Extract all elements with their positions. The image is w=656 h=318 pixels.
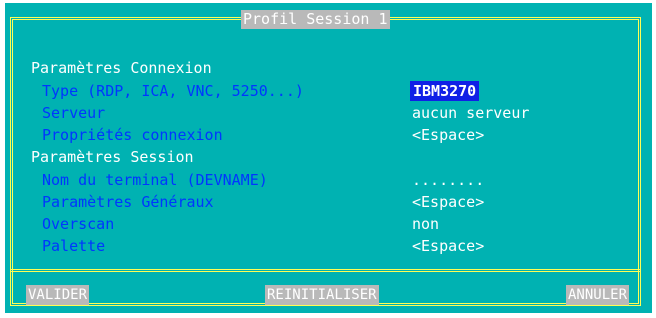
- field-palette-value[interactable]: <Espace>: [412, 236, 484, 256]
- field-palette[interactable]: Palette <Espace>: [42, 236, 602, 256]
- cancel-button[interactable]: ANNULER: [566, 285, 630, 305]
- field-overscan[interactable]: Overscan non: [42, 214, 602, 234]
- field-overscan-value[interactable]: non: [412, 214, 439, 234]
- section-heading-connexion: Paramètres Connexion: [31, 59, 212, 77]
- section-heading-session: Paramètres Session: [31, 148, 194, 166]
- terminal-screen: Profil Session 1 Paramètres Connexion Ty…: [0, 0, 656, 318]
- field-parametres-generaux-label: Paramètres Généraux: [42, 193, 214, 211]
- field-overscan-label: Overscan: [42, 215, 115, 233]
- field-serveur[interactable]: Serveur aucun serveur: [42, 103, 602, 123]
- validate-button[interactable]: VALIDER: [26, 285, 90, 305]
- field-nom-terminal[interactable]: Nom du terminal (DEVNAME) ........: [42, 170, 602, 190]
- field-parametres-generaux[interactable]: Paramètres Généraux <Espace>: [42, 192, 602, 212]
- button-divider: [10, 269, 641, 272]
- field-proprietes-connexion[interactable]: Propriétés connexion <Espace>: [42, 125, 602, 145]
- field-parametres-generaux-value[interactable]: <Espace>: [412, 192, 484, 212]
- field-nom-terminal-label: Nom du terminal (DEVNAME): [42, 171, 268, 189]
- dialog-title: Profil Session 1: [241, 10, 390, 29]
- reset-button[interactable]: REINITIALISER: [265, 285, 379, 305]
- field-serveur-value[interactable]: aucun serveur: [412, 103, 529, 123]
- field-proprietes-connexion-value[interactable]: <Espace>: [412, 125, 484, 145]
- field-palette-label: Palette: [42, 237, 106, 255]
- field-type[interactable]: Type (RDP, ICA, VNC, 5250...) IBM3270: [42, 81, 602, 101]
- field-type-value[interactable]: IBM3270: [410, 81, 480, 101]
- field-serveur-label: Serveur: [42, 104, 106, 122]
- field-type-label: Type (RDP, ICA, VNC, 5250...): [42, 82, 304, 100]
- field-nom-terminal-value[interactable]: ........: [412, 170, 484, 190]
- field-proprietes-connexion-label: Propriétés connexion: [42, 126, 223, 144]
